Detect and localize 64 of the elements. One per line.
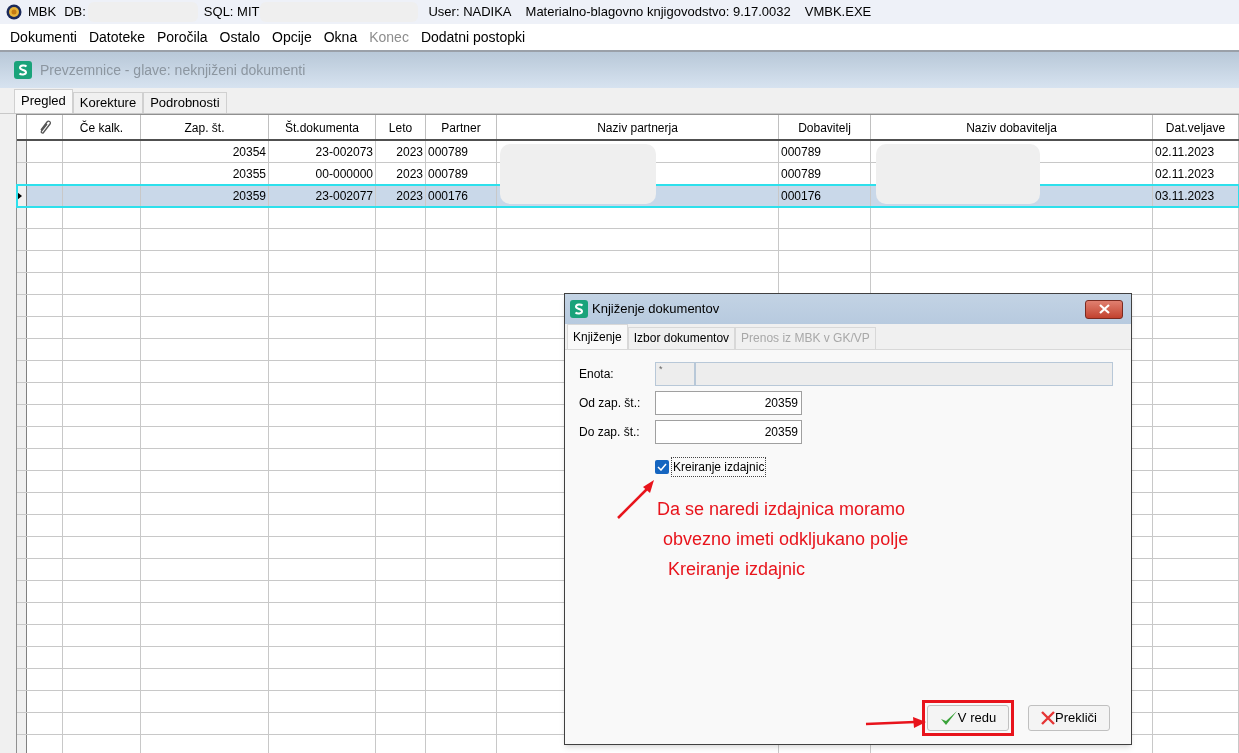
ok-button[interactable]: V redu [927,705,1009,731]
column-header[interactable]: Leto [376,115,426,139]
tab[interactable]: Pregled [14,89,73,113]
input-field[interactable]: 20359 [655,391,802,415]
table-cell: 000789 [426,141,497,162]
menu-item[interactable]: Dodatni postopki [414,26,532,48]
field-label: Od zap. št.: [579,395,642,412]
menu-item[interactable]: Datoteke [82,26,151,48]
tab[interactable]: Izbor dokumentov [627,327,736,349]
checkbox[interactable] [655,460,669,474]
app-icon [6,4,22,20]
tab[interactable]: Podrobnosti [143,92,227,113]
column-header[interactable]: Št.dokumenta [269,115,376,139]
dialog-title: Knjiženje dokumentov [592,300,721,319]
table-cell: 000176 [426,185,497,206]
table-cell: 20354 [141,141,269,162]
annotation-text: Kreiranje izdajnic [668,558,807,581]
table-cell: 23-002073 [269,141,376,162]
checkbox-label: Kreiranje izdajnic [671,457,767,477]
field-label: Enota: [579,366,615,383]
cross-icon [1041,711,1056,725]
tab[interactable]: Korekture [72,92,144,113]
menu-item[interactable]: Poročila [150,26,214,48]
column-header[interactable]: Če kalk. [63,115,141,139]
column-header[interactable]: Naziv partnerja [497,115,779,139]
column-header[interactable]: Zap. št. [141,115,269,139]
app-bar-text: DB: [64,3,86,22]
app-bar-text: Materialno-blagovno knjigovodstvo: 9.17.0032 [525,3,791,22]
column-header[interactable]: Naziv dobavitelja [871,115,1153,139]
app-bar-text: MBK [28,3,57,22]
cancel-button[interactable]: Prekliči [1028,705,1110,731]
tab[interactable]: Knjiženje [567,324,628,349]
checkmark-icon [939,710,958,726]
table-cell: 2023 [376,141,426,162]
app-bar-text: User: NADIKA [428,3,512,22]
row-selector[interactable] [17,185,27,206]
row-pointer-icon [17,191,22,200]
check-icon [657,463,667,471]
close-icon [1098,304,1110,314]
close-button[interactable] [1085,299,1123,319]
table-cell: 000789 [779,141,871,162]
menu-item[interactable]: Ostalo [213,26,267,48]
app-bar-text: VMBK.EXE [804,3,872,22]
window-title: Prevzemnice - glave: neknjiženi dokumenti [40,60,306,80]
menu-item[interactable]: Dokumenti [4,26,83,48]
table-cell: 23-002077 [269,185,376,206]
table-cell: 000176 [779,185,871,206]
table-cell: 02.11.2023 [1153,141,1239,162]
annotation-text: Da se naredi izdajnica moramo [657,498,907,521]
table-cell: 03.11.2023 [1153,185,1239,206]
annotation-arrow [616,478,656,520]
app-logo-icon [570,300,588,318]
annotation-text: obvezno imeti odkljukano polje [663,528,909,551]
table-cell: 20359 [141,185,269,206]
column-header[interactable]: Dobavitelj [779,115,871,139]
app-logo-icon [14,61,32,79]
menu-item[interactable]: Opcije [266,26,318,48]
column-header[interactable]: Dat.veljave [1153,115,1239,139]
column-header[interactable]: Partner [426,115,497,139]
table-cell: 2023 [376,185,426,206]
menu-item[interactable]: Okna [317,26,364,48]
app-bar-text: SQL: MIT [203,3,260,22]
field-label: Do zap. št.: [579,424,641,441]
input-field[interactable]: 20359 [655,420,802,444]
